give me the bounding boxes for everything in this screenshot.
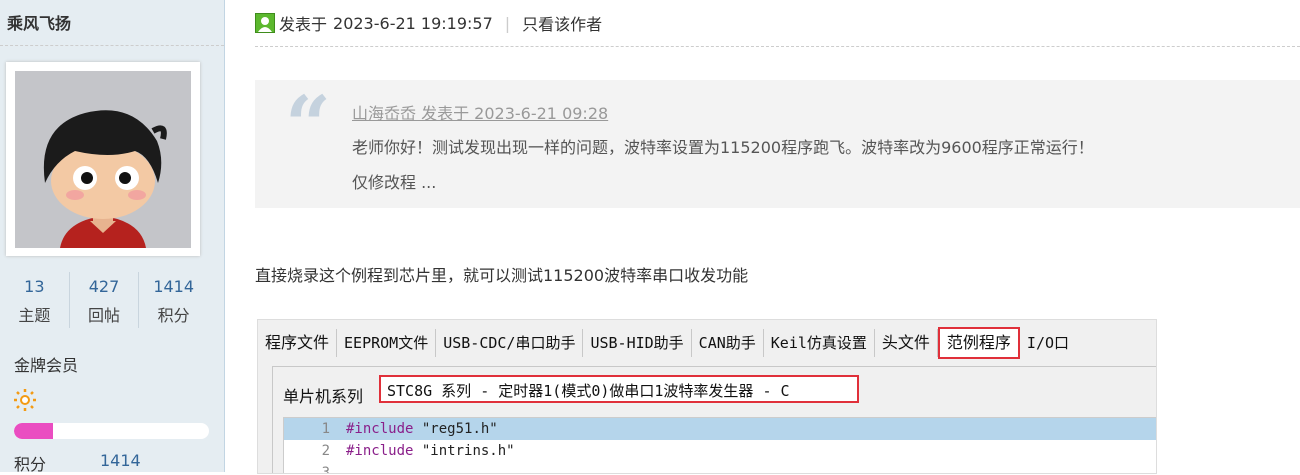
rank-progress-fill — [14, 423, 53, 439]
stat-threads[interactable]: 13 主题 — [0, 272, 69, 328]
code-editor: 1 #include "reg51.h" 2 #include "intrins… — [283, 417, 1156, 474]
code-text: #include "reg51.h" — [346, 421, 498, 437]
separator: | — [504, 13, 511, 33]
user-stats: 13 主题 427 回帖 1414 积分 — [0, 272, 208, 328]
quote-text: 老师你好！测试发现出现一样的问题，波特率设置为115200程序跑飞。波特率改为9… — [352, 138, 1094, 157]
avatar-cartoon-icon — [15, 71, 191, 248]
stat-credits[interactable]: 1414 积分 — [138, 272, 208, 328]
stat-label: 积分 — [157, 306, 190, 325]
divider — [0, 45, 224, 46]
online-user-icon — [255, 13, 275, 33]
example-panel: 单片机系列 STC8G 系列 - 定时器1(模式0)做串口1波特率发生器 - C… — [272, 366, 1156, 474]
tab-keil: Keil仿真设置 — [764, 329, 875, 357]
tab-bar: 程序文件 EEPROM文件 USB-CDC/串口助手 USB-HID助手 CAN… — [258, 320, 1156, 366]
quote-block: “ 山海岙岙 发表于 2023-6-21 09:28 老师你好！测试发现出现一样… — [255, 78, 1300, 208]
quote-mark-icon: “ — [285, 78, 332, 172]
line-number: 2 — [321, 443, 330, 459]
posted-prefix: 发表于 — [279, 15, 328, 34]
tab-can: CAN助手 — [692, 329, 764, 357]
rank-progress-bar — [14, 423, 209, 439]
only-author-link[interactable]: 只看该作者 — [522, 11, 602, 35]
author-name[interactable]: 乘风飞扬 — [7, 10, 71, 34]
stat-value: 427 — [88, 277, 120, 296]
tab-usb-hid: USB-HID助手 — [583, 329, 692, 357]
code-line: 2 #include "intrins.h" — [284, 440, 1156, 462]
series-label: 单片机系列 — [283, 387, 364, 406]
avatar-image — [15, 71, 191, 248]
stat-value: 1414 — [153, 277, 195, 296]
code-line: 1 #include "reg51.h" — [284, 418, 1156, 440]
code-line: 3 — [284, 462, 1156, 474]
post-meta: 发表于 2023-6-21 19:19:57 | 只看该作者 — [255, 11, 602, 35]
user-rank[interactable]: 金牌会员 — [14, 352, 78, 376]
line-number: 3 — [321, 465, 330, 474]
credit-label: 积分 — [14, 455, 47, 474]
stat-replies[interactable]: 427 回帖 — [68, 272, 139, 328]
author-sidebar: 乘风飞扬 13 主题 427 回帖 1414 积分 金牌会员 积分 1414 — [0, 0, 225, 474]
rank-sun-moon-icon — [14, 389, 62, 411]
tab-program-file: 程序文件 — [258, 329, 338, 357]
posted-time: 2023-6-21 19:19:57 — [333, 13, 493, 33]
divider — [255, 46, 1300, 47]
post-image-screenshot[interactable]: 程序文件 EEPROM文件 USB-CDC/串口助手 USB-HID助手 CAN… — [257, 319, 1157, 474]
code-text: #include "intrins.h" — [346, 443, 515, 459]
post-body-text: 直接烧录这个例程到芯片里，就可以测试115200波特率串口收发功能 — [255, 266, 749, 285]
tab-io-port: I/O口 — [1026, 334, 1070, 352]
stat-label: 回帖 — [88, 306, 121, 325]
tab-usb-cdc: USB-CDC/串口助手 — [436, 329, 584, 357]
credit-value: 1414 — [100, 451, 141, 470]
avatar[interactable] — [6, 62, 200, 256]
quote-text: 仅修改程 ... — [352, 173, 437, 192]
quote-author-link[interactable]: 山海岙岙 发表于 2023-6-21 09:28 — [352, 100, 608, 124]
tab-header-file: 头文件 — [875, 329, 938, 357]
line-number: 1 — [321, 421, 330, 437]
tab-example-programs: 范例程序 — [937, 327, 1020, 359]
series-select: STC8G 系列 - 定时器1(模式0)做串口1波特率发生器 - C — [379, 375, 859, 403]
stat-value: 13 — [24, 277, 45, 296]
tab-eeprom-file: EEPROM文件 — [337, 329, 437, 357]
stat-label: 主题 — [18, 306, 51, 325]
